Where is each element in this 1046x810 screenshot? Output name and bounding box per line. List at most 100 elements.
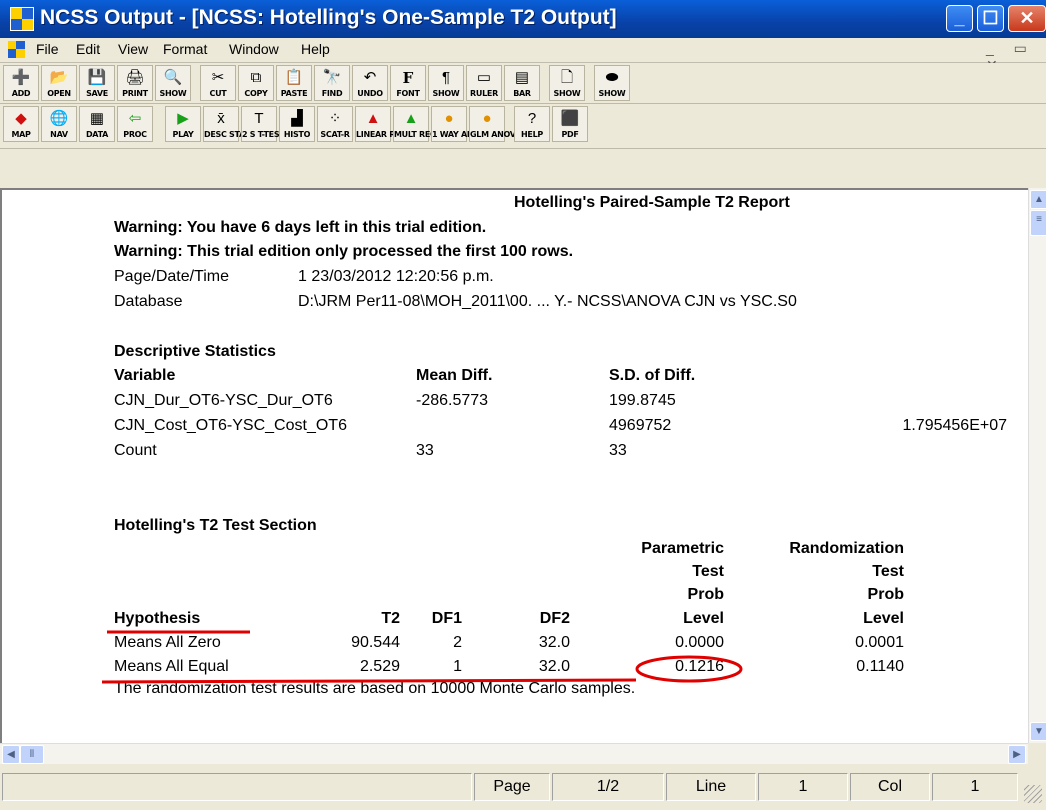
toolbar-label: SAVE — [86, 89, 108, 98]
toolbar-button-scatter[interactable]: ⁘ SCAT-R — [317, 106, 353, 142]
prob-level-circle — [635, 655, 743, 683]
toolbar-button-globe[interactable]: 🌐 NAV — [41, 106, 77, 142]
toolbar-label: PROC — [123, 130, 147, 139]
status-line-value: 1 — [758, 773, 848, 801]
save-disk-icon: 💾 — [87, 69, 107, 86]
toolbar-button-paste[interactable]: 📋 PASTE — [276, 65, 312, 101]
horizontal-scrollbar[interactable]: ◀ ⦀ ▶ — [0, 743, 1028, 764]
add-icon: ➕ — [11, 69, 31, 86]
close-button[interactable]: ✕ — [1008, 5, 1046, 32]
toolbar-button-pdf[interactable]: ⬛ PDF — [552, 106, 588, 142]
font-icon: F — [402, 69, 414, 87]
anova-icon: ● — [444, 110, 454, 127]
status-bar: Page 1/2 Line 1 Col 1 — [0, 765, 1046, 810]
status-page-label: Page — [474, 773, 550, 801]
status-col-value: 1 — [932, 773, 1018, 801]
pilcrow-icon: ¶ — [441, 69, 451, 86]
toolbar-button-pilcrow[interactable]: ¶ SHOW — [428, 65, 464, 101]
toolbar-label: GLM ANOVA — [470, 130, 522, 139]
hscroll-thumb[interactable]: ⦀ — [20, 745, 44, 764]
toolbar-button-toggle[interactable]: ⬬ SHOW — [594, 65, 630, 101]
scroll-thumb[interactable]: ≡ — [1030, 210, 1046, 236]
toolbar-button-save-disk[interactable]: 💾 SAVE — [79, 65, 115, 101]
toolbar-button-font[interactable]: F FONT — [390, 65, 426, 101]
toolbar-label: FONT — [396, 89, 420, 98]
toolbar-button-ruler[interactable]: ▭ RULER — [466, 65, 502, 101]
toolbar-button-printer[interactable]: 🖨 PRINT — [117, 65, 153, 101]
toolbar-label: DESC STATS — [204, 130, 255, 139]
toolbar-label: SHOW — [159, 89, 187, 98]
menu-edit[interactable]: Edit — [76, 41, 100, 57]
toolbar-button-data-grid[interactable]: ▦ DATA — [79, 106, 115, 142]
menu-file[interactable]: File — [36, 41, 59, 57]
toolbar-label: LINEAR REG — [356, 130, 407, 139]
minimize-button[interactable]: _ — [946, 5, 973, 32]
open-folder-icon: 📂 — [49, 69, 69, 86]
toolbar-label: COPY — [244, 89, 268, 98]
scroll-right-button[interactable]: ▶ — [1008, 745, 1026, 764]
toolbar-button-map-diamond[interactable]: ◆ MAP — [3, 106, 39, 142]
toolbar-label: 2 S T-TEST — [242, 130, 285, 139]
toolbar-label: OPEN — [47, 89, 71, 98]
toolbar-label: HELP — [521, 130, 543, 139]
toolbar-label: 1 WAY ANOVA — [432, 130, 491, 139]
vertical-scrollbar[interactable]: ▲ ≡ ▼ — [1028, 188, 1046, 743]
scroll-left-button[interactable]: ◀ — [2, 745, 20, 764]
triangle-red-icon: ▲ — [365, 110, 381, 127]
help-icon: ? — [527, 110, 537, 127]
histogram-icon: ▟ — [291, 110, 303, 127]
toolbar-button-bar[interactable]: ▤ BAR — [504, 65, 540, 101]
maximize-icon: ☐ — [982, 8, 999, 28]
toolbar-button-left-arrow[interactable]: ⇦ PROC — [117, 106, 153, 142]
toolbar-label: MULT REG — [394, 130, 437, 139]
page-icon: 🗋 — [560, 69, 574, 86]
toolbar-button-copy[interactable]: ⧉ COPY — [238, 65, 274, 101]
close-icon: ✕ — [1019, 8, 1035, 28]
toolbar-button-triangle-red[interactable]: ▲ LINEAR REG — [355, 106, 407, 142]
title-bar[interactable]: NCSS Output - [NCSS: Hotelling's One-Sam… — [0, 0, 1046, 38]
app-icon[interactable] — [10, 7, 34, 31]
maximize-button[interactable]: ☐ — [977, 5, 1004, 32]
toolbar-button-play[interactable]: ▶ PLAY — [165, 106, 201, 142]
x-bar-icon: x̄ — [217, 110, 225, 127]
toolbar-button-t-test[interactable]: T 2 S T-TEST — [241, 106, 285, 142]
toolbar-button-scissors[interactable]: ✂ CUT — [200, 65, 236, 101]
toolbar-button-preview[interactable]: 🔍 SHOW — [155, 65, 191, 101]
toolbar-label: SHOW — [432, 89, 460, 98]
menu-view[interactable]: View — [118, 41, 148, 57]
menu-format[interactable]: Format — [163, 41, 207, 57]
data-grid-icon: ▦ — [89, 110, 105, 127]
document-icon[interactable] — [8, 41, 25, 58]
toolbar-button-anova[interactable]: ● 1 WAY ANOVA — [431, 106, 491, 142]
toolbar-button-binoculars[interactable]: 🔭 FIND — [314, 65, 350, 101]
toolbar-button-undo[interactable]: ↶ UNDO — [352, 65, 388, 101]
toolbar-label: RULER — [470, 89, 498, 98]
report-document[interactable]: Hotelling's Paired-Sample T2 Report Warn… — [0, 188, 1028, 743]
toolbar-button-x-bar[interactable]: x̄ DESC STATS — [203, 106, 255, 142]
toolbar-button-open-folder[interactable]: 📂 OPEN — [41, 65, 77, 101]
toolbar-button-add[interactable]: ➕ ADD — [3, 65, 39, 101]
toolbar-button-histogram[interactable]: ▟ HISTO — [279, 106, 315, 142]
toolbar-label: SHOW — [598, 89, 626, 98]
toolbar-spacer — [0, 149, 1046, 188]
toolbar-label: NAV — [50, 130, 68, 139]
toolbar-button-glm[interactable]: ● GLM ANOVA — [469, 106, 522, 142]
toolbar-label: PLAY — [172, 130, 194, 139]
play-icon: ▶ — [177, 110, 189, 127]
menu-help[interactable]: Help — [301, 41, 330, 57]
analysis-toolbar: ◆ MAP 🌐 NAV ▦ DATA ⇦ PROC ▶ PLAY x̄ DESC STATS T 2 S … — [0, 104, 1046, 149]
map-diamond-icon: ◆ — [15, 110, 27, 127]
scissors-icon: ✂ — [211, 69, 225, 86]
toolbar-label: HISTO — [283, 130, 311, 139]
toggle-icon: ⬬ — [605, 69, 619, 86]
toolbar-button-help[interactable]: ? HELP — [514, 106, 550, 142]
resize-grip[interactable] — [1024, 785, 1042, 803]
scroll-up-button[interactable]: ▲ — [1030, 190, 1046, 209]
toolbar-button-triangle-green[interactable]: ▲ MULT REG — [393, 106, 437, 142]
scroll-down-button[interactable]: ▼ — [1030, 722, 1046, 741]
row-underline — [101, 678, 637, 684]
toolbar-label: PASTE — [280, 89, 308, 98]
scatter-icon: ⁘ — [328, 110, 342, 127]
menu-window[interactable]: Window — [229, 41, 279, 57]
toolbar-button-page[interactable]: 🗋 SHOW — [549, 65, 585, 101]
